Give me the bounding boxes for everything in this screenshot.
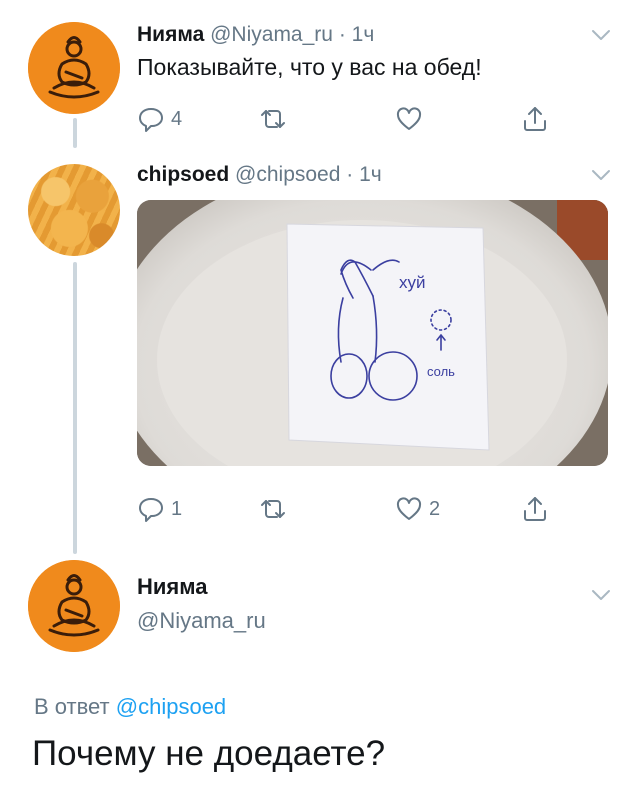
share-button[interactable] bbox=[521, 494, 549, 524]
thread-connector-1 bbox=[73, 118, 77, 148]
mention-link[interactable]: @chipsoed bbox=[116, 694, 226, 719]
niyama-logo-icon bbox=[28, 22, 120, 114]
like-button[interactable]: 2 bbox=[395, 494, 440, 524]
tweet-thread: Нияма @Niyama_ru · 1ч Показывайте, что у… bbox=[0, 0, 640, 802]
author-handle[interactable]: @chipsoed bbox=[235, 163, 340, 186]
tweet-header: Нияма @Niyama_ru · 1ч bbox=[137, 22, 374, 48]
avatar[interactable] bbox=[28, 164, 120, 256]
tweet-text: Показывайте, что у вас на обед! bbox=[137, 54, 482, 80]
photo-image: хуй соль bbox=[137, 200, 608, 466]
thread-connector-2 bbox=[73, 262, 77, 554]
author-name[interactable]: Нияма bbox=[137, 23, 204, 46]
author-handle[interactable]: @Niyama_ru bbox=[210, 23, 333, 46]
heart-icon bbox=[396, 107, 422, 130]
like-button[interactable] bbox=[395, 104, 429, 134]
reply-button[interactable]: 4 bbox=[137, 104, 182, 134]
retweet-button[interactable] bbox=[259, 104, 293, 134]
niyama-logo-icon bbox=[28, 560, 120, 652]
share-icon bbox=[524, 497, 546, 521]
reply-count: 1 bbox=[171, 497, 183, 520]
author-name[interactable]: chipsoed bbox=[137, 163, 229, 186]
share-icon bbox=[524, 107, 546, 131]
timestamp[interactable]: 1ч bbox=[359, 163, 382, 186]
tweet-actions: 1 2 bbox=[137, 494, 567, 524]
heart-icon bbox=[396, 497, 422, 520]
like-count: 2 bbox=[429, 497, 441, 520]
tweet-photo[interactable]: хуй соль bbox=[137, 200, 608, 466]
separator: · bbox=[338, 23, 346, 46]
chevron-down-icon[interactable] bbox=[590, 584, 612, 606]
author-handle[interactable]: @Niyama_ru bbox=[137, 608, 266, 634]
retweet-icon bbox=[261, 110, 285, 128]
note-word-top: хуй bbox=[399, 273, 426, 292]
chevron-down-icon[interactable] bbox=[590, 164, 612, 186]
reply-button[interactable]: 1 bbox=[137, 494, 182, 524]
tweet-actions: 4 bbox=[137, 104, 567, 134]
reply-context: В ответ @chipsoed bbox=[34, 694, 226, 720]
tweet-header: chipsoed @chipsoed · 1ч bbox=[137, 162, 382, 188]
reply-prefix: В ответ bbox=[34, 694, 110, 719]
reply-icon bbox=[139, 498, 163, 522]
share-button[interactable] bbox=[521, 104, 549, 134]
separator: · bbox=[346, 163, 354, 186]
retweet-button[interactable] bbox=[259, 494, 293, 524]
timestamp[interactable]: 1ч bbox=[352, 23, 375, 46]
tweet-text: Почему не доедаете? bbox=[32, 734, 386, 773]
reply-count: 4 bbox=[171, 107, 183, 130]
note-word-bottom: соль bbox=[427, 364, 455, 379]
avatar[interactable] bbox=[28, 22, 120, 114]
reply-icon bbox=[139, 108, 163, 132]
avatar[interactable] bbox=[28, 560, 120, 652]
chevron-down-icon[interactable] bbox=[590, 24, 612, 46]
retweet-icon bbox=[261, 500, 285, 518]
author-name[interactable]: Нияма bbox=[137, 574, 207, 600]
